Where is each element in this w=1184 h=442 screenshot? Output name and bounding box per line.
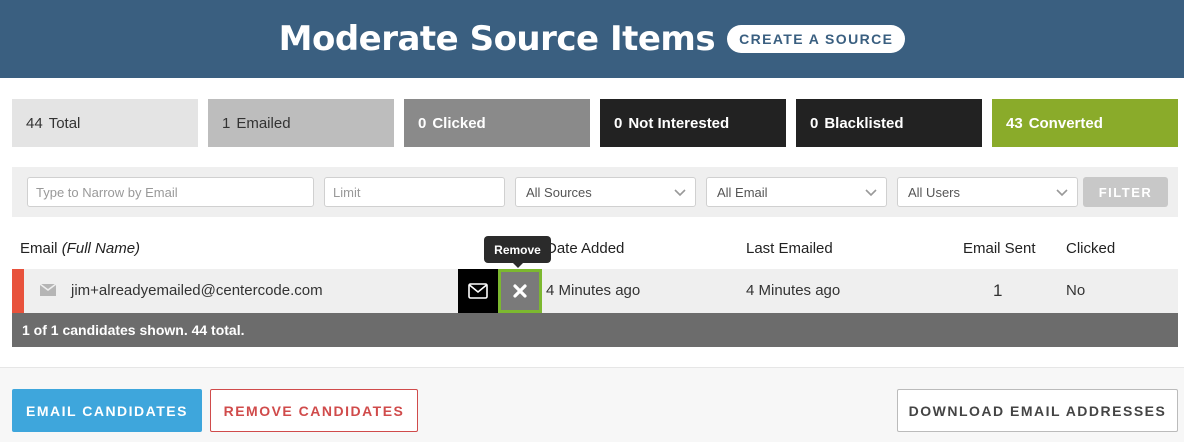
chevron-down-icon	[865, 189, 877, 197]
row-last-emailed: 4 Minutes ago	[746, 282, 841, 299]
column-header-clicked[interactable]: Clicked	[1066, 240, 1115, 257]
table-row[interactable]: jim+alreadyemailed@centercode.com 4 Minu…	[12, 269, 1178, 313]
page-header: Moderate Source Items CREATE A SOURCE	[0, 0, 1184, 78]
mail-icon	[468, 283, 488, 299]
users-select[interactable]: All Users	[897, 177, 1078, 207]
email-filter-input[interactable]: Type to Narrow by Email	[27, 177, 314, 207]
action-bar: EMAIL CANDIDATES REMOVE CANDIDATES DOWNL…	[0, 367, 1184, 442]
column-header-date-added[interactable]: Date Added	[546, 240, 624, 257]
stat-emailed-label: Emailed	[236, 114, 291, 132]
filter-bar: Type to Narrow by Email Limit All Source…	[12, 167, 1178, 217]
stat-total-count: 44	[26, 114, 43, 132]
stats-bar: 44 Total 1 Emailed 0 Clicked 0 Not Inter…	[12, 99, 1178, 147]
stat-blacklisted-count: 0	[810, 114, 819, 132]
stat-clicked[interactable]: 0 Clicked	[404, 99, 590, 147]
limit-input[interactable]: Limit	[324, 177, 505, 207]
stat-converted[interactable]: 43 Converted	[992, 99, 1178, 147]
stat-total-label: Total	[48, 114, 81, 132]
stat-not-interested[interactable]: 0 Not Interested	[600, 99, 786, 147]
stat-converted-count: 43	[1006, 114, 1023, 132]
remove-candidates-button[interactable]: REMOVE CANDIDATES	[210, 389, 418, 432]
close-icon	[513, 284, 527, 298]
send-email-button[interactable]	[458, 269, 498, 313]
stat-blacklisted[interactable]: 0 Blacklisted	[796, 99, 982, 147]
sources-select-value: All Sources	[526, 184, 592, 200]
stat-clicked-count: 0	[418, 114, 427, 132]
column-header-full-name: (Full Name)	[61, 240, 141, 257]
table-summary: 1 of 1 candidates shown. 44 total.	[12, 313, 1178, 347]
row-status-flag	[12, 269, 24, 313]
stat-blacklisted-label: Blacklisted	[824, 114, 904, 132]
column-header-email-label: Email	[20, 240, 58, 257]
chevron-down-icon	[674, 189, 686, 197]
remove-tooltip: Remove	[484, 236, 551, 268]
stat-not-interested-label: Not Interested	[628, 114, 730, 132]
stat-total[interactable]: 44 Total	[12, 99, 198, 147]
filter-button[interactable]: FILTER	[1083, 177, 1168, 207]
users-select-value: All Users	[908, 184, 961, 200]
remove-button[interactable]	[498, 269, 542, 313]
stat-emailed-count: 1	[222, 114, 231, 132]
chevron-down-icon	[1056, 189, 1068, 197]
stat-clicked-label: Clicked	[432, 114, 486, 132]
email-candidates-button[interactable]: EMAIL CANDIDATES	[12, 389, 202, 432]
create-source-button[interactable]: CREATE A SOURCE	[727, 25, 906, 53]
row-date-added: 4 Minutes ago	[546, 282, 641, 299]
column-header-last-emailed[interactable]: Last Emailed	[746, 240, 833, 257]
page-title: Moderate Source Items	[278, 19, 716, 59]
stat-emailed[interactable]: 1 Emailed	[208, 99, 394, 147]
stat-converted-label: Converted	[1028, 114, 1103, 132]
sources-select[interactable]: All Sources	[515, 177, 696, 207]
row-email: jim+alreadyemailed@centercode.com	[71, 282, 323, 299]
email-select-value: All Email	[717, 184, 768, 200]
column-header-email[interactable]: Email (Full Name)	[20, 240, 140, 257]
email-select[interactable]: All Email	[706, 177, 887, 207]
column-header-email-sent[interactable]: Email Sent	[963, 240, 1036, 257]
row-clicked: No	[1066, 282, 1086, 299]
download-email-addresses-button[interactable]: DOWNLOAD EMAIL ADDRESSES	[897, 389, 1178, 432]
stat-not-interested-count: 0	[614, 114, 623, 132]
row-email-sent: 1	[993, 281, 1003, 300]
envelope-icon	[40, 284, 56, 296]
